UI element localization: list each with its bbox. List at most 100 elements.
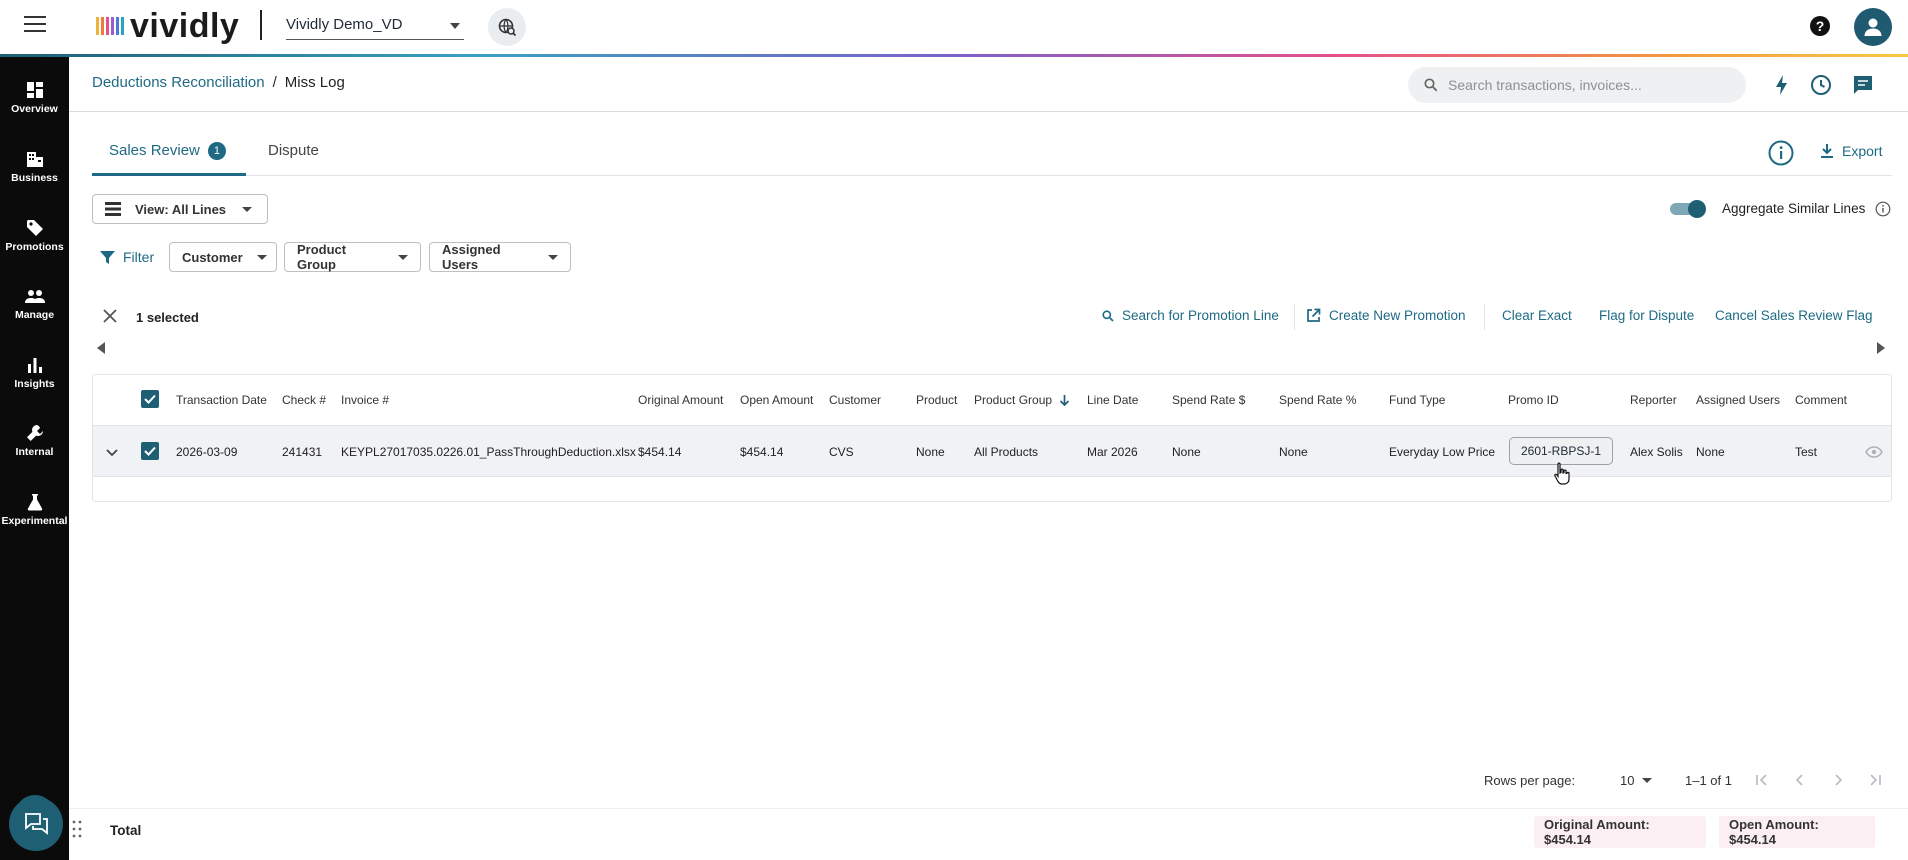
column-header[interactable]: Check # bbox=[282, 393, 326, 407]
history-icon[interactable] bbox=[1809, 73, 1833, 97]
search-input[interactable] bbox=[1448, 77, 1728, 93]
info-icon[interactable] bbox=[1768, 140, 1794, 166]
promo-id-chip[interactable]: 2601-RBPSJ-1 bbox=[1509, 437, 1613, 465]
eye-icon[interactable] bbox=[1865, 445, 1883, 463]
sidebar-item-label: Business bbox=[11, 172, 58, 184]
view-select-value: View: All Lines bbox=[135, 201, 227, 217]
chat-button[interactable] bbox=[9, 797, 63, 851]
cell-line-date: Mar 2026 bbox=[1087, 445, 1138, 459]
cell-spend-rate-pct: None bbox=[1279, 445, 1308, 459]
search-icon bbox=[1102, 309, 1114, 322]
column-header[interactable]: Comment bbox=[1795, 393, 1847, 407]
vividly-logo[interactable]: vividly bbox=[96, 7, 239, 45]
sidebar-item-manage[interactable]: Manage bbox=[0, 287, 69, 343]
user-avatar[interactable] bbox=[1854, 8, 1892, 46]
column-header-product-group[interactable]: Product Group bbox=[974, 393, 1070, 407]
hamburger-icon[interactable] bbox=[24, 16, 46, 34]
column-header[interactable]: Customer bbox=[829, 393, 881, 407]
tabs: Sales Review 1 Dispute bbox=[92, 132, 1892, 176]
export-button[interactable]: Export bbox=[1820, 143, 1882, 159]
column-header[interactable]: Assigned Users bbox=[1696, 393, 1780, 407]
org-select[interactable]: Vividly Demo_VD bbox=[286, 10, 464, 40]
drag-handle-icon[interactable] bbox=[72, 820, 82, 843]
original-amount-total: Original Amount: $454.14 bbox=[1534, 816, 1706, 848]
search-bar[interactable] bbox=[1408, 67, 1746, 103]
active-tab-indicator bbox=[92, 173, 246, 176]
info-outline-icon[interactable] bbox=[1875, 201, 1891, 217]
tab-label: Dispute bbox=[268, 142, 319, 159]
sidebar-item-business[interactable]: Business bbox=[0, 150, 69, 206]
column-header[interactable]: Open Amount bbox=[740, 393, 813, 407]
table-rows-icon bbox=[105, 202, 121, 216]
user-icon bbox=[1864, 18, 1882, 36]
sidebar-item-internal[interactable]: Internal bbox=[0, 424, 69, 480]
scroll-right-icon[interactable] bbox=[1877, 342, 1885, 354]
tab-label: Sales Review bbox=[109, 142, 200, 159]
filter-button[interactable]: Filter bbox=[100, 249, 154, 265]
cancel-sales-review-flag-button[interactable]: Cancel Sales Review Flag bbox=[1715, 308, 1873, 323]
clear-selection-close-icon[interactable] bbox=[102, 308, 118, 329]
assigned-users-filter[interactable]: Assigned Users bbox=[429, 242, 571, 272]
customer-filter[interactable]: Customer bbox=[169, 242, 277, 272]
column-header[interactable]: Transaction Date bbox=[176, 393, 267, 407]
scroll-left-icon[interactable] bbox=[97, 342, 105, 354]
table-row[interactable]: 2026-03-09 241431 KEYPL27017035.0226.01_… bbox=[93, 425, 1891, 477]
sidebar-item-promotions[interactable]: Promotions bbox=[0, 219, 69, 275]
filter-chip-label: Product Group bbox=[297, 242, 347, 272]
create-new-promotion-button[interactable]: Create New Promotion bbox=[1306, 308, 1466, 323]
sidebar-item-overview[interactable]: Overview bbox=[0, 81, 69, 137]
clear-exact-button[interactable]: Clear Exact bbox=[1502, 308, 1572, 323]
logo-divider bbox=[260, 10, 262, 40]
cell-customer: CVS bbox=[829, 445, 854, 459]
column-header[interactable]: Promo ID bbox=[1508, 393, 1559, 407]
lightning-icon[interactable] bbox=[1770, 73, 1794, 97]
chat-bubbles-icon bbox=[25, 813, 48, 835]
sidebar-item-experimental[interactable]: Experimental bbox=[0, 493, 69, 549]
previous-page-icon[interactable] bbox=[1792, 772, 1808, 788]
filter-chip-label: Customer bbox=[182, 249, 243, 265]
breadcrumb-parent-link[interactable]: Deductions Reconciliation bbox=[92, 74, 265, 91]
divider bbox=[1294, 304, 1295, 330]
view-select[interactable]: View: All Lines bbox=[92, 194, 268, 224]
search-promotion-line-button[interactable]: Search for Promotion Line bbox=[1102, 308, 1279, 323]
column-header[interactable]: Reporter bbox=[1630, 393, 1677, 407]
filter-chip-label: Assigned Users bbox=[442, 242, 501, 272]
select-all-checkbox[interactable] bbox=[141, 390, 159, 408]
breadcrumb: Deductions Reconciliation / Miss Log bbox=[92, 74, 345, 91]
aggregate-label: Aggregate Similar Lines bbox=[1722, 201, 1866, 216]
messages-icon[interactable] bbox=[1851, 73, 1875, 97]
building-icon bbox=[26, 152, 43, 167]
column-header[interactable]: Spend Rate % bbox=[1279, 393, 1356, 407]
column-header[interactable]: Product bbox=[916, 393, 957, 407]
cell-product-group: All Products bbox=[974, 445, 1039, 459]
aggregate-toggle[interactable] bbox=[1670, 200, 1706, 218]
chevron-down-icon bbox=[398, 254, 408, 260]
chevron-down-icon bbox=[242, 206, 253, 212]
last-page-icon[interactable] bbox=[1867, 772, 1883, 788]
tag-icon bbox=[26, 220, 43, 236]
column-header[interactable]: Original Amount bbox=[638, 393, 723, 407]
column-header[interactable]: Fund Type bbox=[1389, 393, 1445, 407]
expand-row-chevron-icon[interactable] bbox=[105, 445, 119, 463]
row-checkbox[interactable] bbox=[141, 442, 159, 460]
column-header[interactable]: Spend Rate $ bbox=[1172, 393, 1245, 407]
column-header-label: Product Group bbox=[974, 393, 1053, 407]
column-header[interactable]: Invoice # bbox=[341, 393, 389, 407]
cell-fund-type: Everyday Low Price bbox=[1389, 445, 1496, 459]
next-page-icon[interactable] bbox=[1830, 772, 1846, 788]
first-page-icon[interactable] bbox=[1754, 772, 1770, 788]
tab-sales-review[interactable]: Sales Review 1 bbox=[109, 142, 226, 160]
arrow-down-icon bbox=[1060, 395, 1070, 407]
product-group-filter[interactable]: Product Group bbox=[284, 242, 421, 272]
chevron-down-icon bbox=[256, 254, 267, 260]
tab-dispute[interactable]: Dispute bbox=[268, 142, 319, 159]
download-icon bbox=[1821, 144, 1833, 158]
rows-per-page-select[interactable]: 10 bbox=[1620, 773, 1653, 788]
column-header[interactable]: Line Date bbox=[1087, 393, 1138, 407]
sidebar-item-insights[interactable]: Insights bbox=[0, 356, 69, 412]
flag-for-dispute-button[interactable]: Flag for Dispute bbox=[1599, 308, 1694, 323]
global-search-button[interactable] bbox=[488, 8, 526, 46]
org-select-value: Vividly Demo_VD bbox=[286, 16, 403, 33]
flask-icon bbox=[27, 494, 42, 511]
help-icon[interactable]: ? bbox=[1808, 14, 1832, 38]
